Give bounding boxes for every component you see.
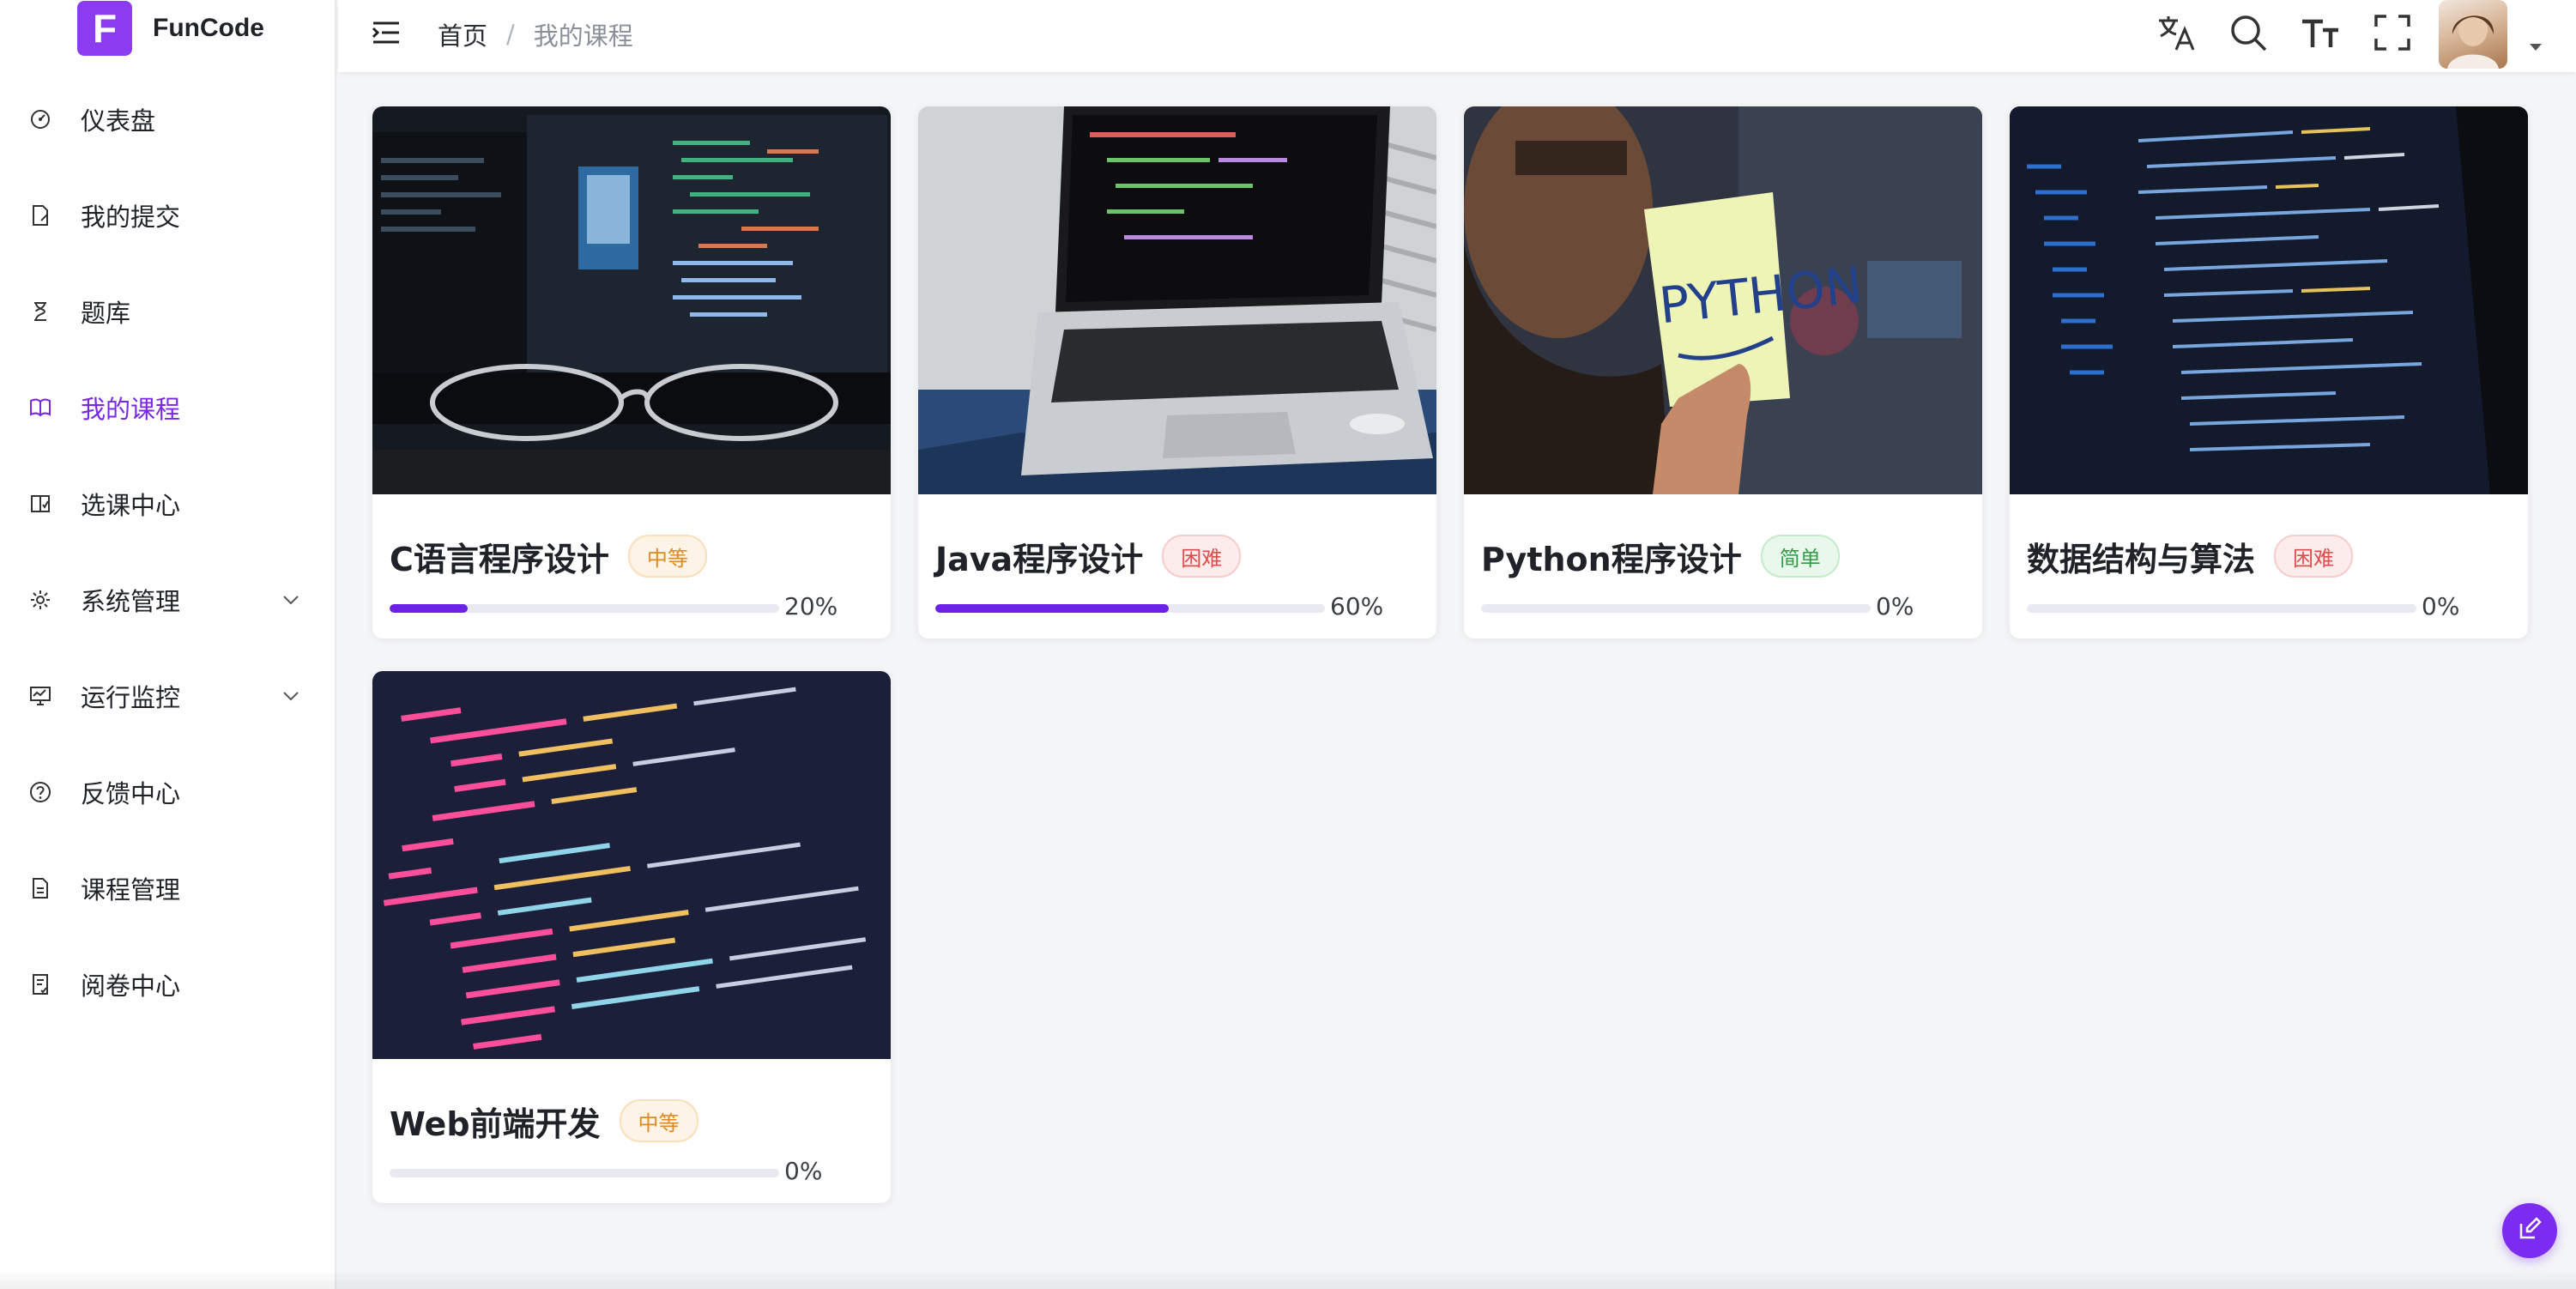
course-cover-image <box>918 106 1436 494</box>
logo-mark: F <box>77 1 132 56</box>
sidebar-item-grading-center[interactable]: 阅卷中心 <box>0 937 335 1032</box>
bottom-shadow <box>0 1270 2576 1289</box>
progress-percent: 0% <box>784 1157 823 1185</box>
progress-bar <box>390 604 779 613</box>
avatar-portrait <box>2447 12 2499 69</box>
progress-percent: 0% <box>2422 592 2460 620</box>
difficulty-badge: 简单 <box>1760 535 1840 578</box>
translate-icon <box>2156 12 2197 57</box>
progress-fill <box>390 604 468 613</box>
sidebar-item-my-courses[interactable]: 我的课程 <box>0 360 335 455</box>
question-circle-icon <box>26 778 55 807</box>
question-bank-icon <box>26 297 55 326</box>
breadcrumb-separator: / <box>506 20 515 49</box>
course-cover-image <box>2010 106 2528 494</box>
chevron-down-icon <box>280 589 302 611</box>
sidebar: F FunCode 仪表盘 我的提交 题库 我的课程 选课中心 系统管理 运行监… <box>0 0 336 1289</box>
sidebar-item-course-selection[interactable]: 选课中心 <box>0 457 335 551</box>
course-select-icon <box>26 489 55 518</box>
search-icon <box>2228 13 2268 56</box>
breadcrumb: 首页 / 我的课程 <box>438 12 633 57</box>
search-button[interactable] <box>2222 9 2274 60</box>
course-card[interactable]: Web前端开发 中等 0% <box>372 671 891 1203</box>
menu-fold-button[interactable] <box>364 12 408 57</box>
course-card[interactable]: Java程序设计 困难 60% <box>918 106 1436 638</box>
chevron-down-icon <box>280 685 302 707</box>
avatar-dropdown-caret[interactable] <box>2526 38 2545 57</box>
fullscreen-icon <box>2374 15 2410 54</box>
course-title: Python程序设计 <box>1481 540 1742 578</box>
menu-fold-icon <box>372 21 401 48</box>
font-size-icon <box>2301 13 2340 56</box>
course-cover-image <box>372 671 891 1059</box>
dashboard-icon <box>26 105 55 134</box>
course-title: 数据结构与算法 <box>2027 540 2256 578</box>
sidebar-item-label: 阅卷中心 <box>81 971 181 1001</box>
course-title-row: 数据结构与算法 困难 <box>2027 534 2354 578</box>
breadcrumb-current: 我的课程 <box>533 21 633 51</box>
course-title-row: Python程序设计 简单 <box>1481 534 1840 578</box>
progress-bar <box>935 604 1325 613</box>
sidebar-item-course-management[interactable]: 课程管理 <box>0 841 335 935</box>
course-card[interactable]: PYTHON Python程序设计 简单 0% <box>1464 106 1982 638</box>
sidebar-item-dashboard[interactable]: 仪表盘 <box>0 72 335 166</box>
book-icon <box>26 393 55 422</box>
course-title-row: C语言程序设计 中等 <box>390 534 707 578</box>
sidebar-item-label: 课程管理 <box>81 875 181 905</box>
course-cover-image: PYTHON <box>1464 106 1982 494</box>
grading-icon <box>26 970 55 999</box>
translate-button[interactable] <box>2150 9 2202 60</box>
sidebar-item-label: 我的提交 <box>81 203 181 232</box>
avatar[interactable] <box>2439 0 2507 69</box>
progress-percent: 20% <box>784 592 838 620</box>
sidebar-item-runtime-monitor[interactable]: 运行监控 <box>0 649 335 743</box>
difficulty-badge: 困难 <box>1162 535 1242 578</box>
sidebar-item-my-submissions[interactable]: 我的提交 <box>0 168 335 263</box>
progress-percent: 0% <box>1876 592 1914 620</box>
course-title-row: Web前端开发 中等 <box>390 1098 698 1143</box>
course-title: Java程序设计 <box>935 540 1144 578</box>
course-title: C语言程序设计 <box>390 540 609 578</box>
progress-bar <box>1481 604 1871 613</box>
difficulty-badge: 困难 <box>2274 535 2354 578</box>
course-card[interactable]: C语言程序设计 中等 20% <box>372 106 891 638</box>
floating-edit-button[interactable] <box>2502 1203 2557 1258</box>
progress-fill <box>935 604 1170 613</box>
progress-bar <box>390 1169 779 1177</box>
difficulty-badge: 中等 <box>627 535 707 578</box>
sidebar-item-question-bank[interactable]: 题库 <box>0 264 335 359</box>
app-name: FunCode <box>153 14 264 42</box>
breadcrumb-home[interactable]: 首页 <box>438 16 487 52</box>
difficulty-badge: 中等 <box>619 1099 698 1142</box>
monitor-icon <box>26 681 55 711</box>
font-size-button[interactable] <box>2295 9 2346 60</box>
submission-icon <box>26 201 55 230</box>
sidebar-item-label: 选课中心 <box>81 491 181 520</box>
sidebar-item-label: 运行监控 <box>81 683 181 712</box>
course-cover-image <box>372 106 891 494</box>
progress-bar <box>2027 604 2416 613</box>
sidebar-item-label: 仪表盘 <box>81 106 156 136</box>
course-title: Web前端开发 <box>390 1104 601 1143</box>
sidebar-item-label: 我的课程 <box>81 395 181 424</box>
gear-icon <box>26 585 55 614</box>
logo[interactable]: F FunCode <box>77 0 264 57</box>
sidebar-item-feedback-center[interactable]: 反馈中心 <box>0 745 335 839</box>
top-header: 首页 / 我的课程 <box>338 0 2576 72</box>
sidebar-item-label: 反馈中心 <box>81 779 181 808</box>
sidebar-item-system-management[interactable]: 系统管理 <box>0 553 335 647</box>
course-card[interactable]: 数据结构与算法 困难 0% <box>2010 106 2528 638</box>
document-icon <box>26 874 55 903</box>
course-title-row: Java程序设计 困难 <box>935 534 1242 578</box>
sidebar-item-label: 题库 <box>81 299 131 328</box>
sidebar-item-label: 系统管理 <box>81 587 181 616</box>
edit-icon <box>2518 1217 2542 1244</box>
progress-percent: 60% <box>1330 592 1384 620</box>
fullscreen-button[interactable] <box>2367 9 2418 60</box>
